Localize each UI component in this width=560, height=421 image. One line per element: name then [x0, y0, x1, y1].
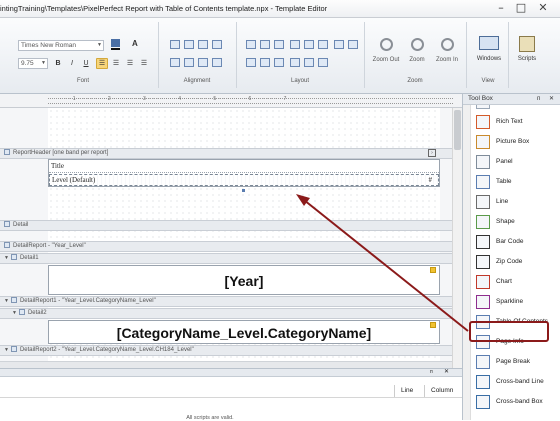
arrow-shaft — [303, 199, 469, 332]
annotation-arrow — [296, 194, 469, 332]
